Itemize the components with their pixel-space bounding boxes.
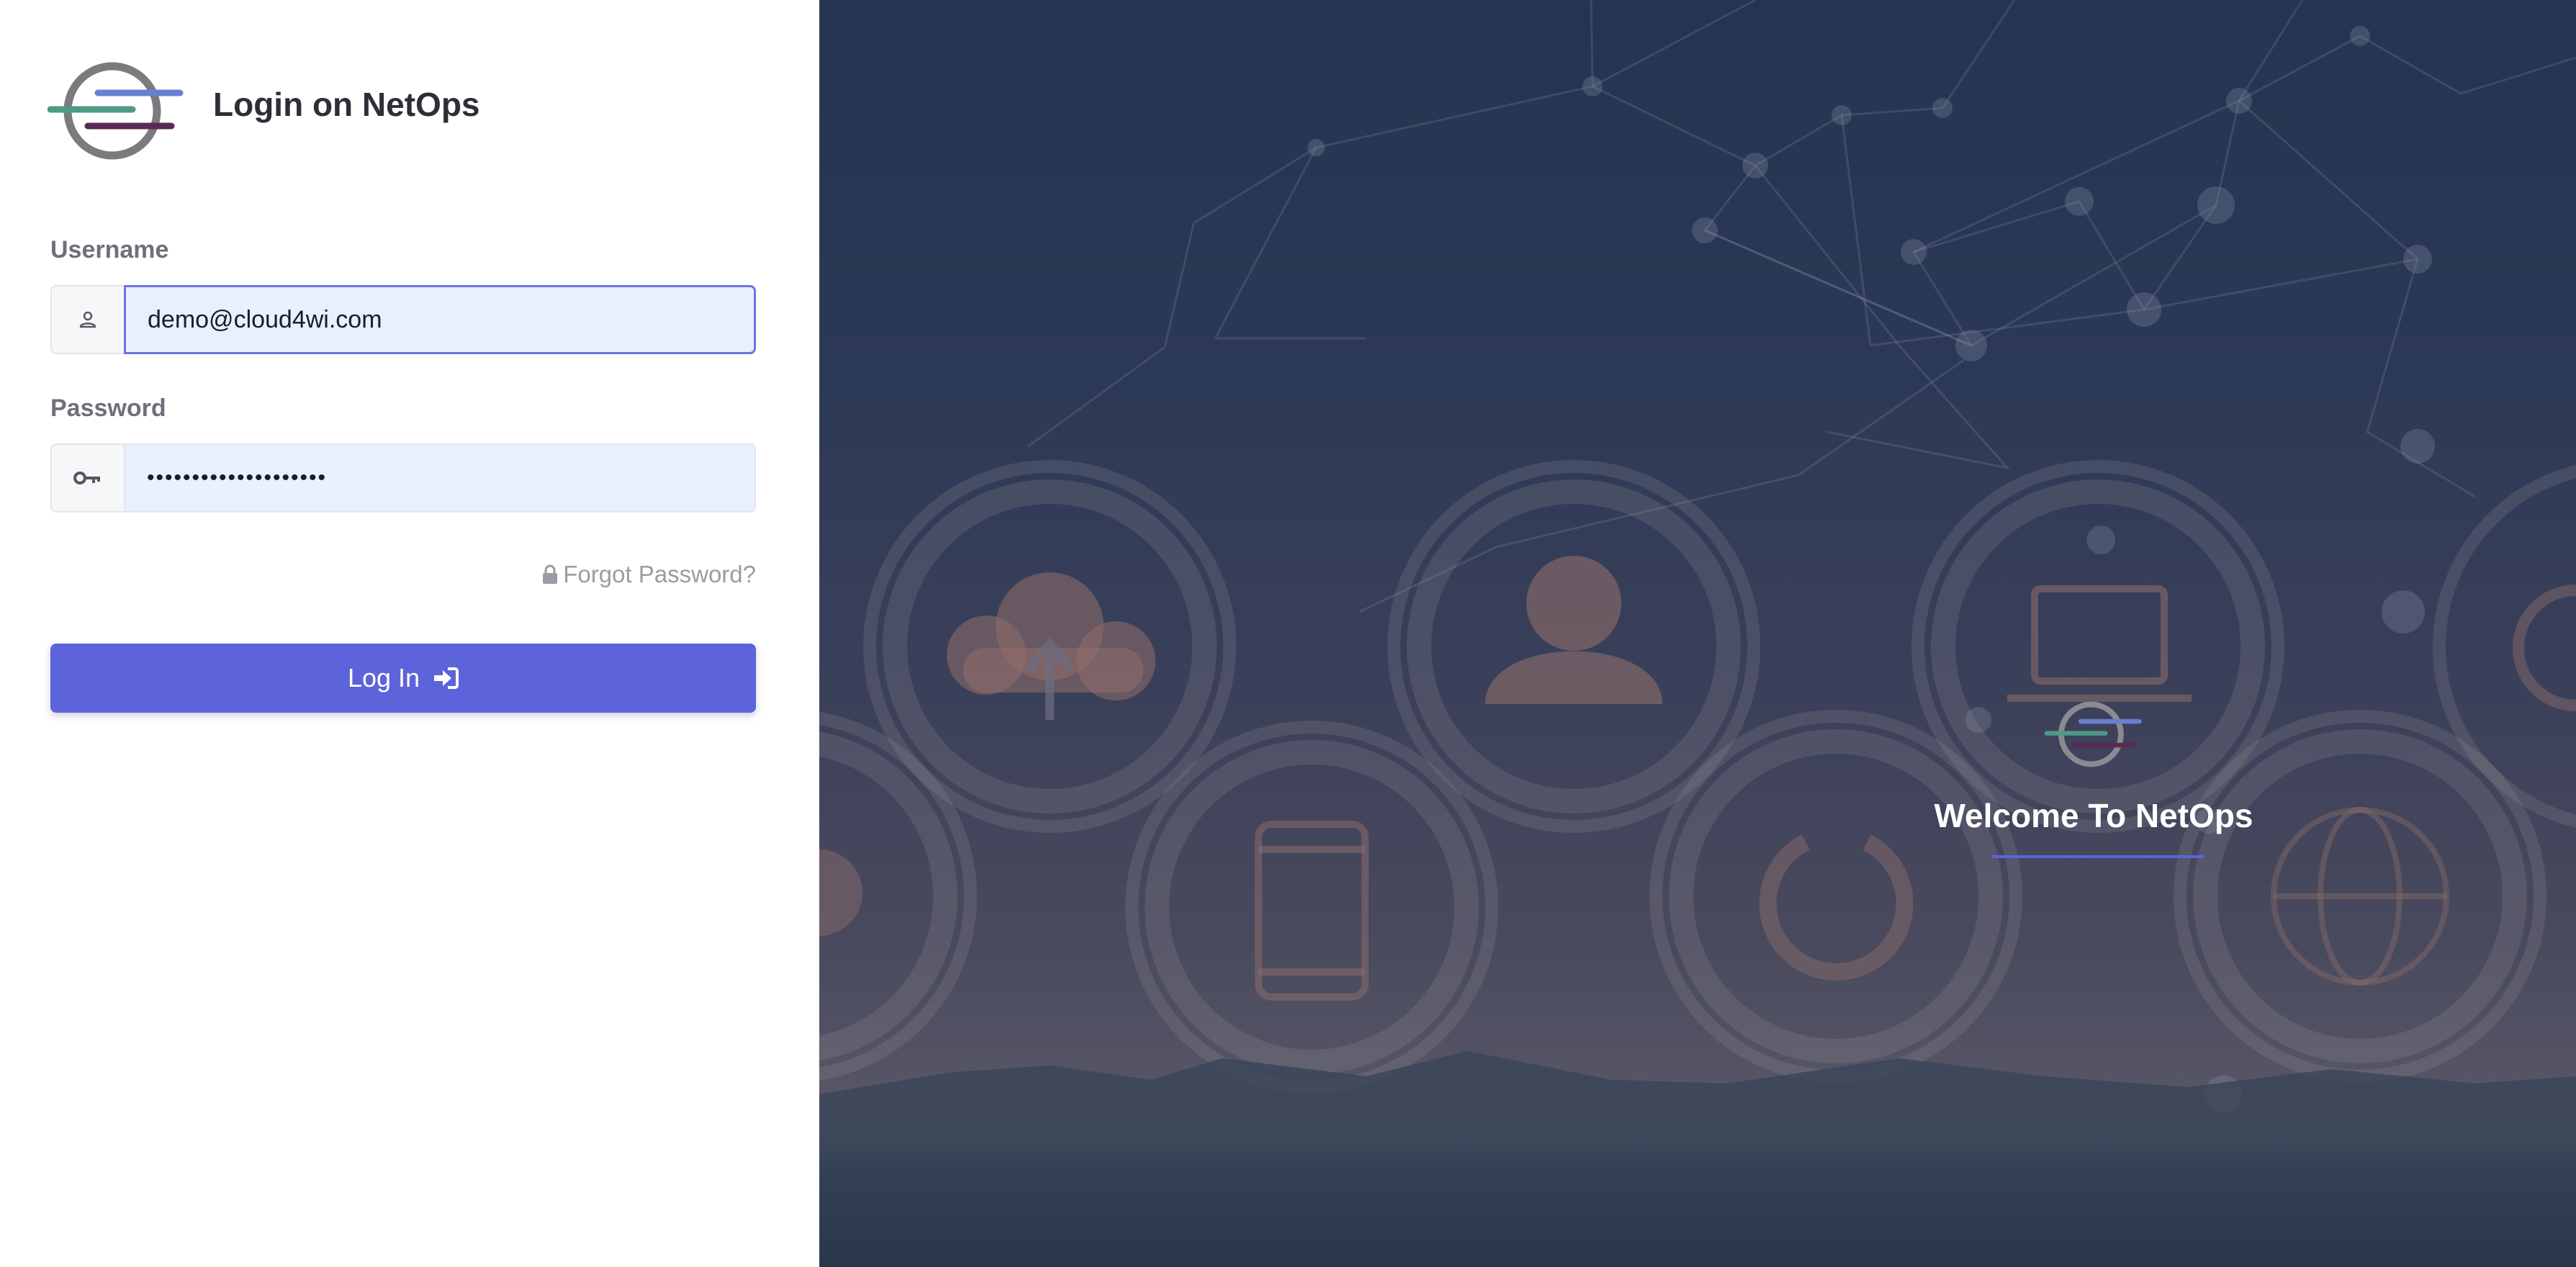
forgot-password-link[interactable]: Forgot Password? — [541, 560, 756, 589]
password-input[interactable] — [124, 443, 756, 513]
username-input-group — [50, 285, 756, 354]
lock-icon — [543, 564, 558, 584]
welcome-panel: Welcome To NetOps — [819, 0, 2576, 1267]
sign-in-icon — [434, 667, 459, 689]
username-label: Username — [50, 236, 169, 263]
login-button-label: Log In — [347, 663, 420, 693]
page-title: Login on NetOps — [213, 86, 480, 123]
welcome-title: Welcome To NetOps — [1934, 797, 2253, 834]
password-input-group — [50, 443, 756, 513]
user-icon — [50, 285, 124, 354]
login-button[interactable]: Log In — [50, 644, 756, 713]
netops-logo-icon — [2044, 701, 2142, 767]
username-input[interactable] — [124, 285, 756, 354]
password-label: Password — [50, 394, 166, 422]
forgot-password-label: Forgot Password? — [563, 561, 756, 587]
welcome-divider — [1991, 855, 2205, 858]
netops-logo-icon — [48, 62, 184, 160]
key-icon — [50, 443, 124, 513]
network-background-image — [819, 0, 2576, 1267]
login-panel: Login on NetOps Username Password — [0, 0, 819, 1267]
